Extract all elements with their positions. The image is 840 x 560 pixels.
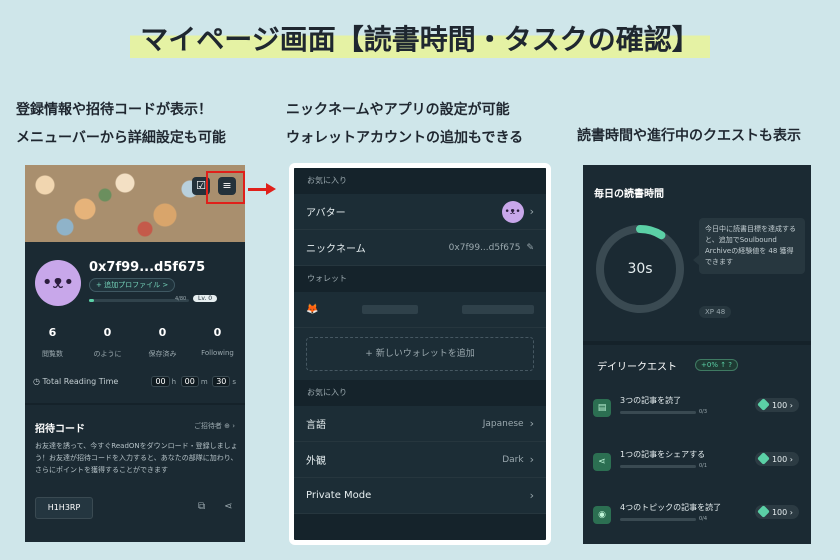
clock-icon: ◷ — [33, 377, 40, 386]
add-wallet-area: + 新しいウォレットを追加 — [294, 328, 546, 380]
xp-progress-bar — [89, 299, 189, 302]
caption-left: 登録情報や招待コードが表示！ メニューバーから詳細設定も可能 — [16, 102, 226, 146]
inviter-link[interactable]: ご招待者 ⊕ › — [194, 421, 235, 431]
document-icon: ▤ — [593, 399, 611, 417]
chevron-right-icon: › — [529, 417, 534, 430]
bulb-icon: ◉ — [593, 506, 611, 524]
edit-icon[interactable]: ✎ — [526, 243, 534, 253]
fox-icon: 🦊 — [306, 304, 319, 315]
profile-banner: ☑ ≡ — [25, 165, 245, 242]
quest-points[interactable]: 100 › — [754, 398, 799, 412]
section-wallet: ウォレット — [294, 266, 546, 292]
quest-item[interactable]: ⋖ 1つの記事をシェアする 0/1 100 › — [593, 446, 805, 486]
xp-text: 4/80 — [175, 296, 187, 302]
copy-icon[interactable]: ⧉ — [198, 501, 205, 512]
stat-following[interactable]: 0 Following — [190, 326, 245, 359]
divider — [583, 341, 811, 345]
caption-right: 読書時間や進行中のクエストも表示 — [577, 128, 801, 144]
menu-highlight — [206, 171, 245, 204]
arrow-icon — [248, 182, 278, 196]
daily-quest-title: デイリークエスト — [597, 362, 677, 373]
chevron-right-icon: › — [529, 205, 534, 218]
divider — [25, 403, 245, 405]
quest-item[interactable]: ◉ 4つのトピックの記事を読了 0/4 100 › — [593, 499, 805, 539]
quest-bonus-badge: +0% ↑ ? — [695, 359, 739, 371]
stat-views[interactable]: 6 閲覧数 — [25, 326, 80, 359]
wallet-name-blur — [362, 305, 419, 314]
reading-screen: 毎日の読書時間 30s 今日中に読書目標を達成すると、追加でSoulbound … — [583, 165, 811, 544]
section-favorites: お気に入り — [294, 168, 546, 194]
quest-progress-bar — [620, 411, 696, 414]
add-wallet-button[interactable]: + 新しいウォレットを追加 — [306, 337, 534, 371]
xp-chip: XP 48 — [699, 306, 732, 318]
section-favorites-2: お気に入り — [294, 380, 546, 406]
profile-screen: ☑ ≡ •ᴥ• 0x7f99...d5f675 + 追加プロファイル > 4/8… — [25, 165, 245, 542]
level-badge: Lv. 0 — [193, 295, 218, 302]
add-profile-button[interactable]: + 追加プロファイル > — [89, 278, 176, 292]
stat-saved[interactable]: 0 保存済み — [135, 326, 190, 359]
total-reading-time: ◷ Total Reading Time 00 h 00 m 30 s — [33, 376, 237, 387]
wallet-row[interactable]: 🦊 — [294, 292, 546, 328]
wallet-address: 0x7f99...d5f675 — [89, 260, 206, 275]
page-title: マイページ画面【読書時間・タスクの確認】 — [0, 14, 840, 62]
avatar-thumb: •ᴥ• — [501, 200, 524, 223]
wallet-address-blur — [461, 305, 534, 314]
avatar-row[interactable]: アバター •ᴥ• › — [294, 194, 546, 230]
gem-icon — [757, 398, 770, 411]
reading-tooltip: 今日中に読書目標を達成すると、追加でSoulbound Archiveの経験値を… — [699, 218, 805, 274]
quest-item[interactable]: ▤ 3つの記事を読了 0/3 100 › — [593, 392, 805, 432]
reading-seconds: 30s — [627, 261, 653, 277]
chevron-right-icon: › — [529, 453, 534, 466]
xp-icon: XP — [705, 308, 715, 316]
invite-description: お友達を誘って、今すぐReadONをダウンロード・登録しましょう！お友達が招待コ… — [35, 442, 238, 474]
share-icon: ⋖ — [593, 453, 611, 471]
language-row[interactable]: 言語 Japanese › — [294, 406, 546, 442]
gem-icon — [757, 505, 770, 518]
quest-points[interactable]: 100 › — [754, 505, 799, 519]
nickname-row[interactable]: ニックネーム 0x7f99...d5f675 ✎ — [294, 230, 546, 266]
daily-reading-title: 毎日の読書時間 — [594, 189, 664, 200]
caption-middle: ニックネームやアプリの設定が可能 ウォレットアカウントの追加もできる — [286, 102, 524, 146]
settings-screen: お気に入り アバター •ᴥ• › ニックネーム 0x7f99...d5f675 ✎ … — [289, 163, 551, 545]
share-icon[interactable]: ⋖ — [224, 501, 232, 512]
avatar[interactable]: •ᴥ• — [35, 260, 81, 306]
invite-code[interactable]: H1H3RP — [35, 497, 93, 519]
appearance-row[interactable]: 外観 Dark › — [294, 442, 546, 478]
quest-progress-bar — [620, 518, 696, 521]
quest-points[interactable]: 100 › — [754, 452, 799, 466]
stats-row: 6 閲覧数 0 のように 0 保存済み 0 Following — [25, 326, 245, 359]
invite-title: 招待コード — [35, 424, 85, 435]
chevron-right-icon: › — [529, 489, 534, 502]
stat-likes[interactable]: 0 のように — [80, 326, 135, 359]
private-mode-row[interactable]: Private Mode › — [294, 478, 546, 514]
quest-progress-bar — [620, 465, 696, 468]
gem-icon — [757, 452, 770, 465]
